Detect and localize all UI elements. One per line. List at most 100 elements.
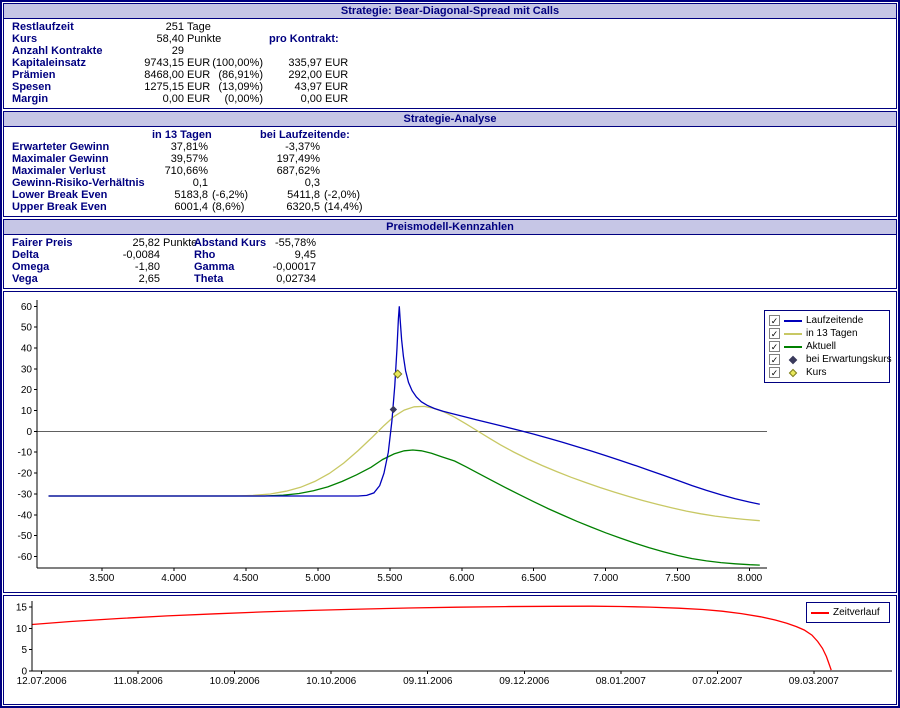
strategy-row: Margin0,00EUR(0,00%)0,00EUR <box>4 93 896 105</box>
y-tick-label: -10 <box>18 448 33 459</box>
row-value: 0,00 <box>130 93 184 105</box>
payoff-legend: ✓Laufzeitende✓in 13 Tagen✓Aktuell✓bei Er… <box>764 310 890 383</box>
row-label: Fairer Preis <box>12 237 104 249</box>
row-label: Kurs <box>12 33 130 45</box>
line-swatch <box>784 320 802 322</box>
row-unit: EUR <box>184 57 211 69</box>
y-tick-label: -50 <box>18 531 33 542</box>
row-value-13d: 710,66% <box>152 165 208 177</box>
x-tick-label: 6.000 <box>449 573 474 584</box>
strategy-row: Kapitaleinsatz9743,15EUR(100,00%)335,97E… <box>4 57 896 69</box>
legend-label: bei Erwartungskurs <box>806 354 892 365</box>
pricing-panel: Preismodell-Kennzahlen Fairer Preis25,82… <box>3 219 897 289</box>
legend-item: Zeitverlauf <box>811 606 885 619</box>
row-label: Erwarteter Gewinn <box>12 141 152 153</box>
row-extra-13d: (8,6%) <box>208 201 258 213</box>
pricing-row: Fairer Preis25,82Punkte <box>4 237 896 249</box>
x-tick-label: 09.03.2007 <box>789 676 839 687</box>
x-tick-label: 09.12.2006 <box>499 676 549 687</box>
legend-item: ✓in 13 Tagen <box>769 327 885 340</box>
row-pct: (0,00%) <box>211 93 263 105</box>
row-extra-expiry <box>320 177 372 189</box>
row-unit: Punkte <box>184 33 211 45</box>
series-Laufzeitende <box>49 306 760 504</box>
spacer <box>208 129 258 141</box>
line-swatch <box>811 612 829 614</box>
spacer <box>12 129 152 141</box>
row-extra-expiry: (-2,0%) <box>320 189 372 201</box>
line-symbol <box>811 612 829 614</box>
pricing-row: Abstand Kurs-55,78% <box>194 237 316 249</box>
legend-checkbox[interactable]: ✓ <box>769 341 780 352</box>
line-symbol <box>784 320 802 322</box>
row-value: -0,00017 <box>266 261 316 273</box>
row-pk-value <box>263 45 322 57</box>
pricing-body: Fairer Preis25,82PunkteDelta-0,0084Omega… <box>4 235 896 288</box>
legend-label: Aktuell <box>806 341 836 352</box>
pricing-row: Vega2,65 <box>4 273 896 285</box>
row-value-expiry: 6320,5 <box>258 201 320 213</box>
row-value-13d: 6001,4 <box>152 201 208 213</box>
row-label: Lower Break Even <box>12 189 152 201</box>
x-tick-label: 3.500 <box>89 573 114 584</box>
pro-kontrakt-header: pro Kontrakt: <box>269 33 339 45</box>
row-unit: EUR <box>184 81 211 93</box>
row-value-expiry: 5411,8 <box>258 189 320 201</box>
pricing-right-rows: Abstand Kurs-55,78%Rho9,45Gamma-0,00017T… <box>194 237 316 285</box>
series-Aktuell <box>49 450 760 565</box>
row-value: 0,02734 <box>266 273 316 285</box>
pricing-row: Theta0,02734 <box>194 273 316 285</box>
y-tick-label: -20 <box>18 469 33 480</box>
row-extra-expiry <box>320 165 372 177</box>
x-tick-label: 5.000 <box>305 573 330 584</box>
analysis-rows: in 13 Tagen bei Laufzeitende: Erwarteter… <box>4 127 896 216</box>
strategy-row: Anzahl Kontrakte29 <box>4 45 896 57</box>
row-value-expiry: 197,49% <box>258 153 320 165</box>
y-tick-label: 10 <box>21 406 33 417</box>
row-extra-13d: (-6,2%) <box>208 189 258 201</box>
row-extra-13d <box>208 141 258 153</box>
row-label: Upper Break Even <box>12 201 152 213</box>
x-tick-label: 6.500 <box>521 573 546 584</box>
legend-checkbox[interactable]: ✓ <box>769 328 780 339</box>
analysis-row: Gewinn-Risiko-Verhältnis0,10,3 <box>4 177 896 189</box>
pricing-row: Rho9,45 <box>194 249 316 261</box>
x-tick-label: 7.000 <box>593 573 618 584</box>
row-value-expiry: 0,3 <box>258 177 320 189</box>
legend-item: ✓bei Erwartungskurs <box>769 353 885 366</box>
x-tick-label: 08.01.2007 <box>596 676 646 687</box>
x-tick-label: 4.500 <box>233 573 258 584</box>
series-Zeitverlauf <box>32 606 831 670</box>
row-label: Maximaler Gewinn <box>12 153 152 165</box>
row-value: 9,45 <box>266 249 316 261</box>
pricing-row: Omega-1,80 <box>4 261 896 273</box>
row-pk-value: 0,00 <box>263 93 322 105</box>
diamond-swatch <box>789 355 797 363</box>
legend-checkbox[interactable]: ✓ <box>769 367 780 378</box>
row-extra-expiry <box>320 141 372 153</box>
strategy-row: Restlaufzeit251Tage <box>4 21 896 33</box>
y-tick-label: 5 <box>21 645 27 656</box>
x-tick-label: 5.500 <box>377 573 402 584</box>
legend-checkbox[interactable]: ✓ <box>769 354 780 365</box>
row-pk-value: 335,97 <box>263 57 322 69</box>
analysis-row: Maximaler Verlust710,66%687,62% <box>4 165 896 177</box>
x-tick-label: 10.09.2006 <box>210 676 260 687</box>
col2-header: bei Laufzeitende: <box>258 129 372 141</box>
pricing-panel-header: Preismodell-Kennzahlen <box>4 220 896 235</box>
line-swatch <box>784 346 802 348</box>
x-tick-label: 4.000 <box>161 573 186 584</box>
row-pk-value: 43,97 <box>263 81 322 93</box>
line-swatch <box>784 333 802 335</box>
row-pk-unit: EUR <box>322 93 350 105</box>
row-pct: (100,00%) <box>211 57 263 69</box>
row-label: Rho <box>194 249 266 261</box>
analysis-row: Upper Break Even6001,4(8,6%)6320,5(14,4%… <box>4 201 896 213</box>
row-label: Gewinn-Risiko-Verhältnis <box>12 177 152 189</box>
y-tick-label: 60 <box>21 302 33 313</box>
row-value-expiry: 687,62% <box>258 165 320 177</box>
legend-label: Zeitverlauf <box>833 607 880 618</box>
legend-checkbox[interactable]: ✓ <box>769 315 780 326</box>
strategy-row: Prämien8468,00EUR(86,91%)292,00EUR <box>4 69 896 81</box>
x-tick-label: 09.11.2006 <box>403 676 453 687</box>
